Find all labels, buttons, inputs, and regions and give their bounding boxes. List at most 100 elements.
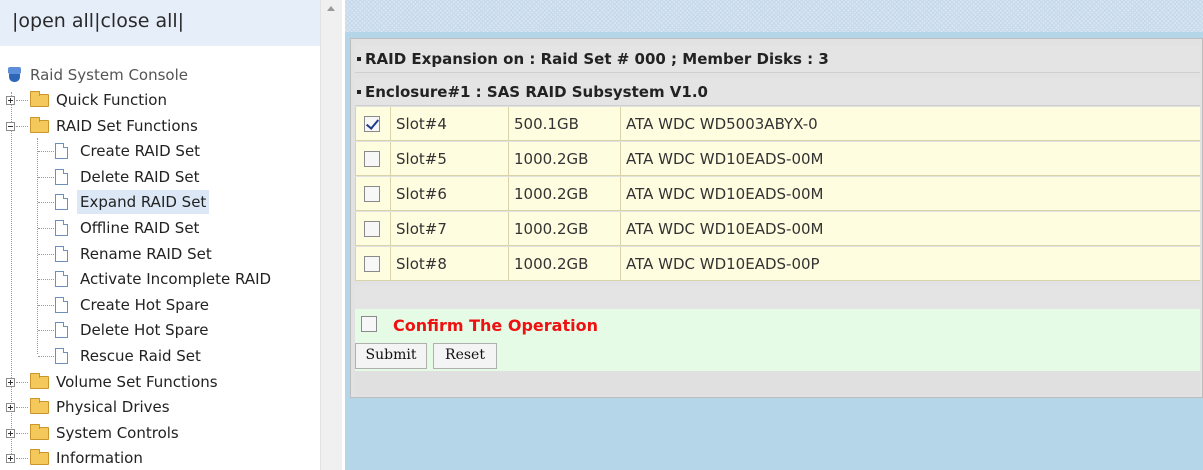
- tree-connector: [16, 433, 28, 434]
- tree-item-label: Rename RAID Set: [80, 245, 212, 263]
- navigation-tree-panel: |open all|close all| Raid System Console…: [0, 0, 320, 470]
- tree-folder-label: Physical Drives: [56, 398, 170, 416]
- disk-slot: Slot#8: [391, 247, 509, 281]
- confirm-checkbox[interactable]: [361, 316, 377, 332]
- enclosure-header: Enclosure#1 : SAS RAID Subsystem V1.0: [355, 78, 1200, 106]
- tree-connector: [38, 151, 54, 152]
- document-icon: [55, 169, 68, 185]
- disk-slot: Slot#4: [391, 107, 509, 141]
- document-icon: [55, 271, 68, 287]
- disk-row: Slot#4 500.1GB ATA WDC WD5003ABYX-0: [355, 107, 1200, 141]
- document-icon: [55, 297, 68, 313]
- confirm-label: Confirm The Operation: [393, 316, 598, 335]
- tree-connector: [16, 382, 28, 383]
- enclosure-header-text: Enclosure#1 : SAS RAID Subsystem V1.0: [365, 83, 708, 101]
- disk-capacity: 1000.2GB: [509, 247, 621, 281]
- raid-expansion-form: RAID Expansion on : Raid Set # 000 ; Mem…: [350, 38, 1203, 398]
- folder-icon: [30, 91, 49, 107]
- top-banner: [345, 0, 1203, 32]
- tree-toolbar: |open all|close all|: [0, 0, 320, 46]
- document-icon: [55, 322, 68, 338]
- tree-connector: [38, 279, 54, 280]
- disk-row: Slot#7 1000.2GB ATA WDC WD10EADS-00M: [355, 212, 1200, 246]
- tree-item-label: Create RAID Set: [80, 142, 201, 160]
- separator: |: [177, 10, 185, 32]
- disk-model: ATA WDC WD10EADS-00M: [626, 185, 824, 203]
- tree-item-label: Delete RAID Set: [80, 168, 200, 186]
- tree-root-label: Raid System Console: [30, 66, 188, 84]
- tree-connector: [16, 126, 28, 127]
- tree-folder-label: RAID Set Functions: [56, 117, 198, 135]
- folder-icon: [30, 398, 49, 414]
- tree-connector: [38, 305, 54, 306]
- expand-plus-icon[interactable]: [6, 429, 15, 438]
- tree-item-label: Delete Hot Spare: [80, 321, 209, 339]
- collapse-minus-icon[interactable]: [6, 122, 15, 131]
- bullet-icon: [357, 89, 361, 94]
- tree-connector: [38, 254, 54, 255]
- disk-select-cell: [355, 142, 391, 176]
- tree-connector: [37, 138, 38, 354]
- expand-plus-icon[interactable]: [6, 378, 15, 387]
- disk-checkbox[interactable]: [364, 256, 380, 272]
- tree-folder-label: Information: [56, 449, 143, 467]
- disk-capacity: 1000.2GB: [509, 177, 621, 211]
- expansion-title-text: RAID Expansion on : Raid Set # 000 ; Mem…: [365, 50, 829, 68]
- tree-scrollbar[interactable]: [320, 0, 342, 470]
- confirm-row: Confirm The Operation: [355, 309, 1200, 341]
- expand-plus-icon[interactable]: [6, 454, 15, 463]
- close-all-link[interactable]: close all: [100, 10, 177, 32]
- disk-checkbox[interactable]: [364, 151, 380, 167]
- tree-connector: [38, 356, 54, 357]
- disk-row: Slot#8 1000.2GB ATA WDC WD10EADS-00P: [355, 247, 1200, 281]
- disk-checkbox[interactable]: [364, 116, 380, 132]
- disk-checkbox[interactable]: [364, 221, 380, 237]
- disk-slot: Slot#5: [391, 142, 509, 176]
- tree-item-label: Create Hot Spare: [80, 296, 210, 314]
- document-icon: [55, 194, 68, 210]
- disk-slot: Slot#6: [391, 177, 509, 211]
- tree-connector: [38, 177, 54, 178]
- document-icon: [55, 143, 68, 159]
- tree-item-label: Offline RAID Set: [80, 219, 200, 237]
- disk-checkbox[interactable]: [364, 186, 380, 202]
- expand-plus-icon[interactable]: [6, 403, 15, 412]
- console-icon: [8, 67, 21, 82]
- folder-icon: [30, 449, 49, 465]
- document-icon: [55, 246, 68, 262]
- disk-model: ATA WDC WD10EADS-00M: [626, 220, 824, 238]
- disk-select-cell: [355, 212, 391, 246]
- disk-model: ATA WDC WD5003ABYX-0: [626, 115, 818, 133]
- form-footer: [355, 371, 1200, 395]
- disk-slot: Slot#7: [391, 212, 509, 246]
- disk-capacity: 1000.2GB: [509, 142, 621, 176]
- button-row: Submit Reset: [355, 341, 1200, 371]
- open-all-link[interactable]: open all: [18, 10, 94, 32]
- tree-connector: [38, 228, 54, 229]
- tree-item-label: Expand RAID Set: [77, 190, 210, 214]
- disk-row: Slot#6 1000.2GB ATA WDC WD10EADS-00M: [355, 177, 1200, 211]
- tree-connector: [11, 92, 12, 456]
- disk-select-cell: [355, 107, 391, 141]
- scroll-up-arrow-icon[interactable]: [327, 6, 335, 11]
- folder-icon: [30, 117, 49, 133]
- tree-folder-label: Volume Set Functions: [56, 373, 218, 391]
- submit-button[interactable]: Submit: [355, 343, 427, 369]
- reset-button[interactable]: Reset: [433, 343, 497, 369]
- folder-icon: [30, 373, 49, 389]
- form-spacer: [355, 285, 1200, 309]
- disk-capacity: 500.1GB: [509, 107, 621, 141]
- tree-folder-label: System Controls: [56, 424, 179, 442]
- bullet-icon: [357, 56, 361, 61]
- tree-connector: [16, 407, 28, 408]
- tree-folder-label: Quick Function: [56, 91, 167, 109]
- main-content: RAID Expansion on : Raid Set # 000 ; Mem…: [345, 0, 1203, 470]
- disk-capacity: 1000.2GB: [509, 212, 621, 246]
- tree-item-label: Activate Incomplete RAID: [80, 270, 272, 288]
- document-icon: [55, 348, 68, 364]
- expand-plus-icon[interactable]: [6, 96, 15, 105]
- tree-connector: [16, 100, 28, 101]
- expansion-title: RAID Expansion on : Raid Set # 000 ; Mem…: [355, 45, 1200, 73]
- tree-item-label: Rescue Raid Set: [80, 347, 201, 365]
- disk-model: ATA WDC WD10EADS-00M: [626, 150, 824, 168]
